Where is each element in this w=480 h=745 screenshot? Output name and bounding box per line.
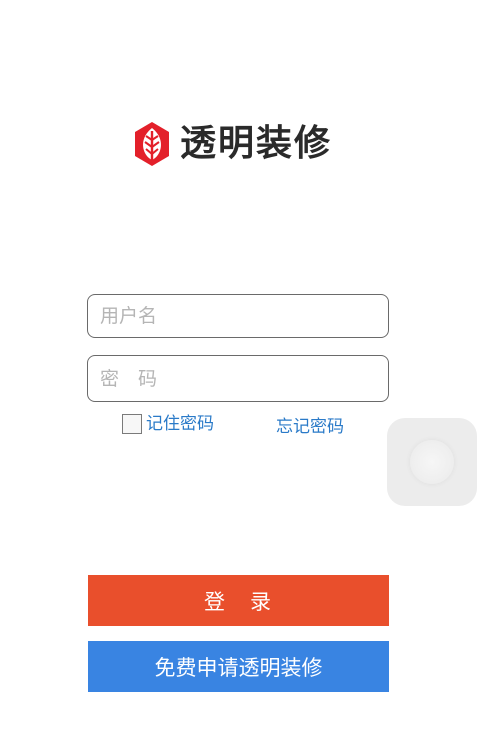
password-input[interactable] [88,356,388,401]
assistive-touch-icon [410,440,454,484]
forgot-password-link[interactable]: 忘记密码 [276,416,344,438]
username-field[interactable] [87,294,389,338]
floating-assistive-button[interactable] [387,418,477,506]
apply-button[interactable]: 免费申请透明装修 [88,641,389,692]
password-field[interactable] [87,355,389,402]
leaf-logo-icon [135,122,169,166]
remember-checkbox[interactable] [122,414,142,434]
username-input[interactable] [88,295,388,337]
app-logo: 透明装修 [132,120,332,168]
brand-name: 透明装修 [180,123,333,164]
login-button[interactable]: 登 录 [88,575,389,626]
remember-password[interactable]: 记住密码 [122,413,214,435]
remember-label: 记住密码 [146,414,214,434]
